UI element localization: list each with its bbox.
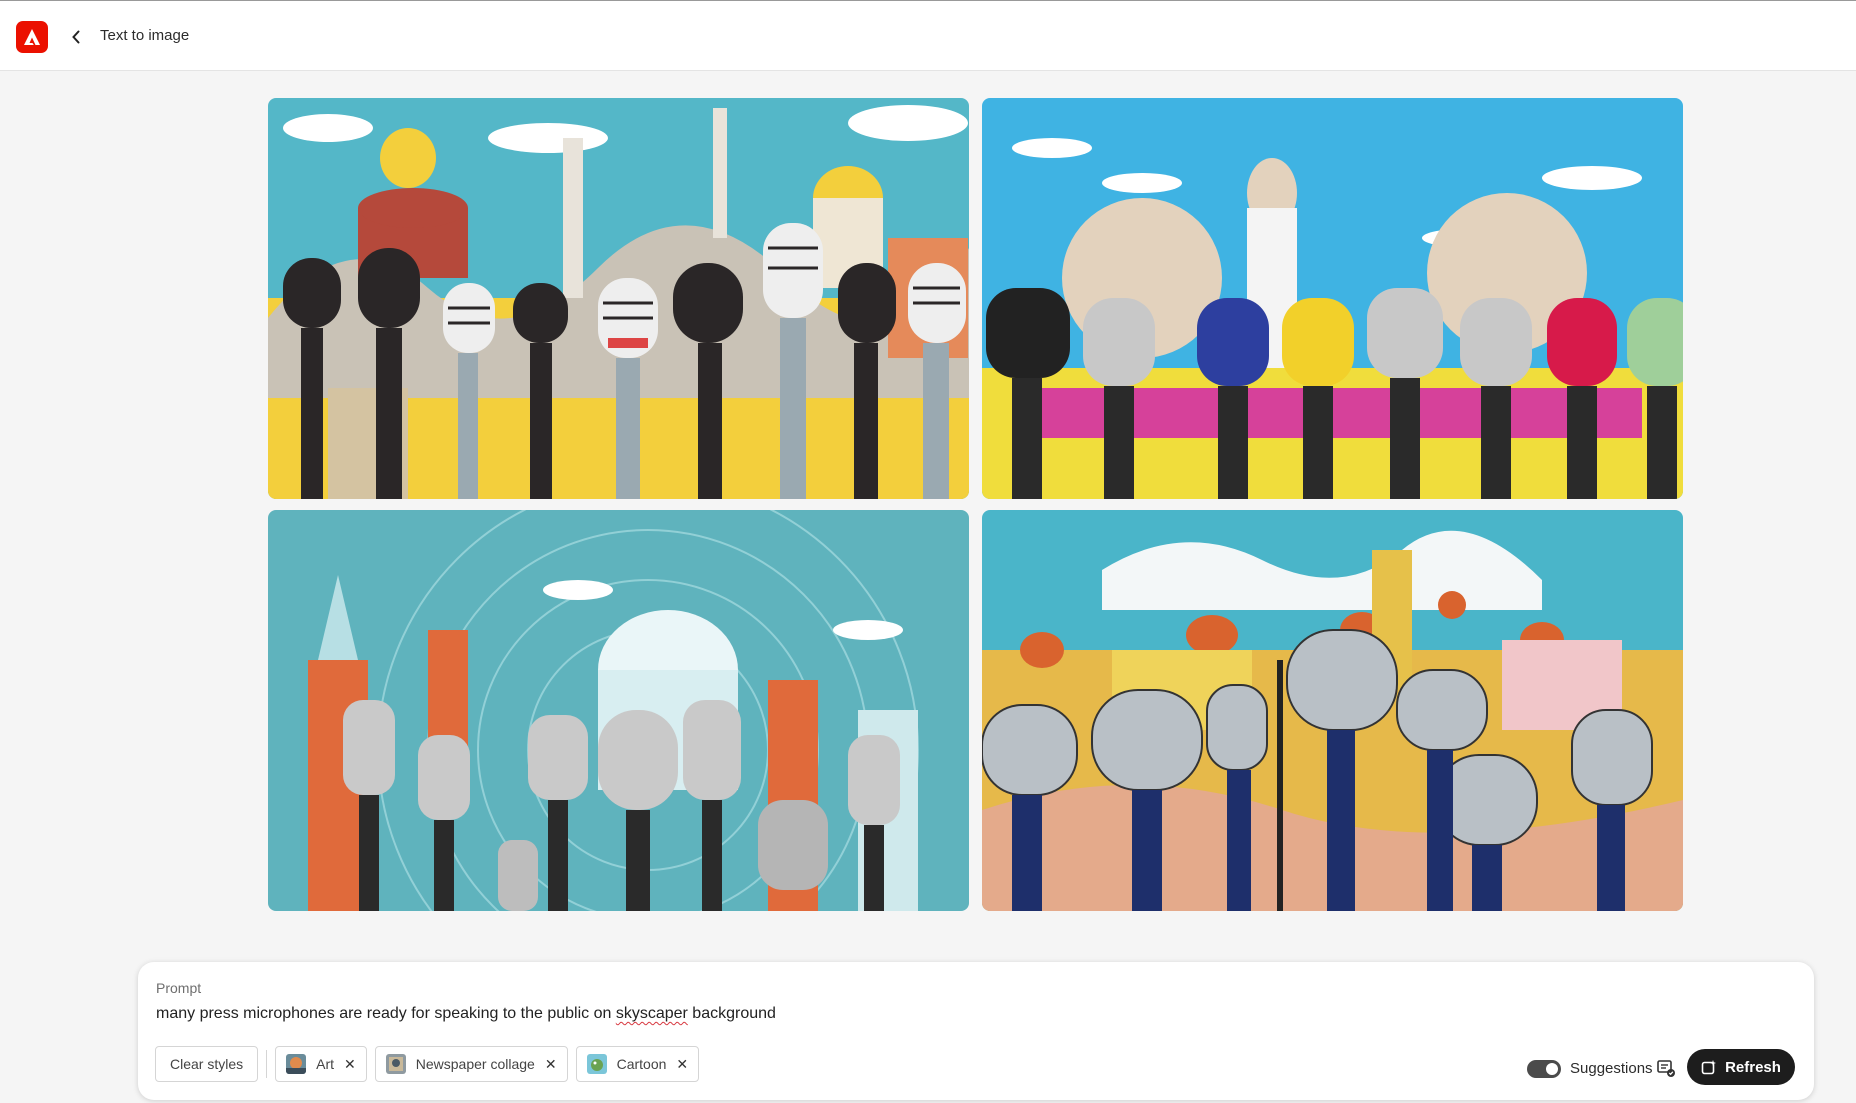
art-thumbnail — [286, 1054, 307, 1074]
style-chip-cartoon[interactable]: Cartoon ✕ — [575, 1046, 700, 1082]
style-chip-label: Art — [316, 1056, 335, 1072]
prompt-input[interactable]: many press microphones are ready for spe… — [156, 1005, 776, 1023]
style-chip-label: Newspaper collage — [415, 1056, 535, 1072]
suggestions-settings-icon[interactable] — [1656, 1058, 1676, 1078]
generated-image-3[interactable] — [268, 510, 969, 911]
prompt-text-start: many press microphones are ready for spe… — [156, 1005, 616, 1022]
cartoon-thumbnail — [586, 1054, 607, 1074]
generated-image-2[interactable] — [982, 98, 1683, 499]
prompt-text-end: background — [687, 1005, 776, 1022]
prompt-label: Prompt — [156, 980, 202, 996]
toggle-knob — [1546, 1063, 1558, 1075]
style-chips: Clear styles Art ✕ Newspaper collage ✕ C… — [155, 1046, 707, 1082]
prompt-panel: Prompt many press microphones are ready … — [138, 962, 1814, 1100]
suggestions-toggle[interactable] — [1527, 1060, 1561, 1078]
image-gallery — [268, 98, 1683, 911]
adobe-logo-icon[interactable] — [16, 21, 48, 53]
page-title: Text to image — [100, 27, 190, 44]
style-chip-label: Cartoon — [616, 1056, 667, 1072]
suggestions-label: Suggestions — [1570, 1060, 1653, 1077]
close-icon[interactable]: ✕ — [344, 1056, 356, 1073]
refresh-label: Refresh — [1725, 1058, 1781, 1076]
clear-styles-button[interactable]: Clear styles — [155, 1046, 259, 1082]
refresh-sparkle-icon — [1701, 1060, 1717, 1075]
divider — [266, 1050, 268, 1078]
generated-image-4[interactable] — [982, 510, 1683, 911]
misspelled-word[interactable]: skyscaper — [616, 1005, 688, 1022]
style-chip-art[interactable]: Art ✕ — [275, 1046, 367, 1082]
newspaper-collage-thumbnail — [385, 1054, 406, 1074]
back-button[interactable] — [66, 26, 86, 48]
refresh-button[interactable]: Refresh — [1687, 1049, 1795, 1085]
generated-image-1[interactable] — [268, 98, 969, 499]
top-bar: Text to image — [0, 0, 1856, 71]
close-icon[interactable]: ✕ — [676, 1056, 688, 1073]
close-icon[interactable]: ✕ — [545, 1056, 557, 1073]
style-chip-newspaper-collage[interactable]: Newspaper collage ✕ — [374, 1046, 568, 1082]
chevron-left-icon — [72, 30, 80, 44]
